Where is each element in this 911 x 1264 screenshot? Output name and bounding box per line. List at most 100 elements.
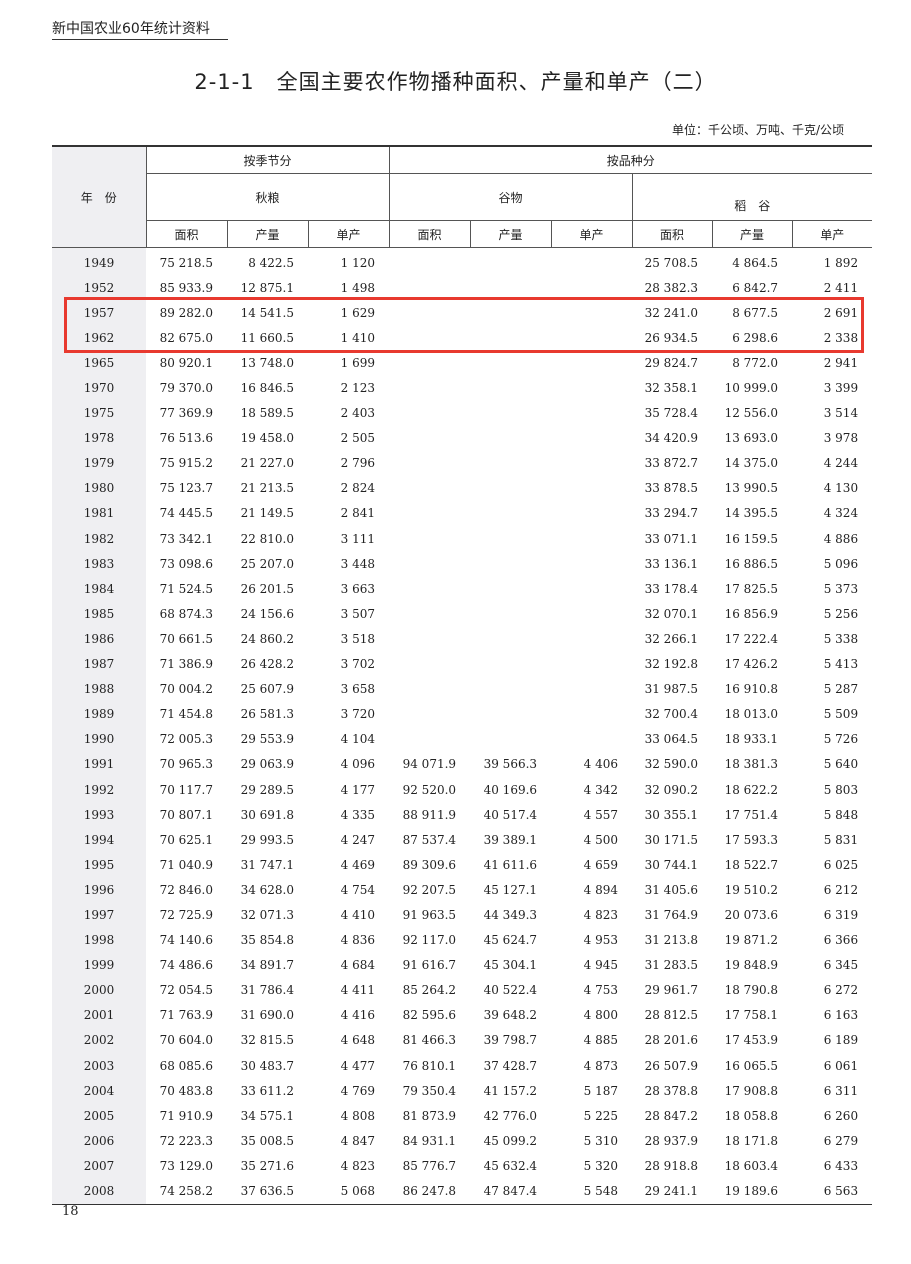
cereal-yield-cell [551, 576, 632, 601]
autumn-area-cell: 72 846.0 [159, 882, 213, 897]
data-table: 年 份 按季节分 按品种分 秋粮 谷物 稻 谷 面积 产量 单产 面积 产量 单… [52, 145, 873, 1205]
cereal-output-header: 产量 [469, 220, 552, 248]
year-cell: 1985 [52, 601, 146, 627]
rice-output-cell: 18 171.8 [724, 1133, 779, 1148]
rice-output-cell: 17 751.4 [724, 807, 779, 822]
autumn-area-cell: 71 386.9 [159, 657, 213, 672]
autumn-area-cell: 75 218.5 [159, 255, 213, 270]
cereal-yield-cell [551, 551, 632, 576]
year-cell: 2004 [52, 1078, 146, 1104]
cereal-yield-cell: 5 187 [583, 1083, 619, 1098]
autumn-area-cell: 71 910.9 [159, 1108, 213, 1123]
rice-output-cell: 18 622.2 [724, 782, 779, 797]
table-row: 1982 73 342.1 22 810.0 3 111 33 071.1 16 159.… [52, 526, 872, 552]
autumn-yield-cell: 1 120 [340, 255, 376, 270]
autumn-yield-cell: 3 720 [340, 707, 376, 722]
autumn-area-cell: 70 604.0 [159, 1033, 213, 1048]
autumn-output-cell: 31 747.1 [240, 857, 294, 872]
cereal-area-cell: 91 616.7 [402, 958, 457, 973]
year-cell: 1962 [52, 325, 146, 351]
autumn-yield-cell: 4 769 [340, 1083, 376, 1098]
table-row: 1988 70 004.2 25 607.9 3 658 31 987.5 16 910.… [52, 676, 872, 702]
rice-yield-cell: 5 831 [823, 832, 859, 847]
autumn-output-header: 产量 [226, 220, 308, 248]
autumn-yield-header: 单产 [307, 220, 390, 248]
rice-area-cell: 31 283.5 [644, 958, 699, 973]
year-cell: 2001 [52, 1002, 146, 1028]
cereal-output-cell [470, 702, 551, 727]
cereal-yield-cell [551, 526, 632, 551]
cereal-output-cell [470, 601, 551, 626]
cereal-output-cell: 45 099.2 [483, 1133, 538, 1148]
autumn-output-cell: 32 071.3 [240, 907, 294, 922]
cereal-area-cell [389, 476, 470, 501]
cereal-yield-cell: 4 800 [583, 1008, 619, 1023]
rice-yield-cell: 2 691 [823, 305, 859, 320]
table-row: 1970 79 370.0 16 846.5 2 123 32 358.1 10 999.… [52, 375, 872, 401]
autumn-output-cell: 25 207.0 [240, 556, 294, 571]
cereal-output-cell [470, 576, 551, 601]
autumn-area-cell: 76 513.6 [159, 431, 213, 446]
autumn-yield-cell: 4 648 [340, 1033, 376, 1048]
cereal-yield-cell [551, 727, 632, 752]
cereal-area-cell [389, 626, 470, 651]
cereal-yield-cell: 5 225 [583, 1108, 619, 1123]
cereal-yield-header: 单产 [550, 220, 633, 248]
autumn-yield-cell: 2 824 [340, 481, 376, 496]
autumn-output-cell: 29 993.5 [240, 832, 294, 847]
cereal-output-cell: 39 648.2 [483, 1008, 538, 1023]
table-row: 1965 80 920.1 13 748.0 1 699 29 824.7 8 772.0… [52, 350, 872, 376]
rice-area-cell: 32 070.1 [644, 606, 699, 621]
rice-yield-cell: 6 163 [823, 1008, 859, 1023]
autumn-output-cell: 21 149.5 [240, 506, 294, 521]
cereal-output-cell: 39 566.3 [483, 757, 538, 772]
rice-yield-cell: 5 640 [823, 757, 859, 772]
table-row: 1997 72 725.9 32 071.3 4 410 91 963.5 44 349.… [52, 902, 872, 928]
autumn-yield-cell: 2 796 [340, 456, 376, 471]
autumn-area-cell: 73 098.6 [159, 556, 213, 571]
autumn-output-cell: 31 690.0 [240, 1008, 294, 1023]
rice-output-cell: 10 999.0 [724, 381, 779, 396]
rice-area-cell: 32 358.1 [644, 381, 699, 396]
rice-output-cell: 12 556.0 [724, 406, 779, 421]
rice-output-cell: 6 298.6 [732, 330, 779, 345]
cereal-yield-cell [551, 501, 632, 526]
rice-area-cell: 31 405.6 [644, 882, 699, 897]
rice-area-cell: 28 382.3 [644, 280, 699, 295]
autumn-yield-cell: 4 096 [340, 757, 376, 772]
rice-area-cell: 32 192.8 [644, 657, 699, 672]
cereal-output-cell [470, 677, 551, 702]
cereal-area-cell [389, 248, 470, 276]
rice-header: 稻 谷 [631, 173, 873, 221]
year-cell: 1986 [52, 626, 146, 652]
table-row: 1995 71 040.9 31 747.1 4 469 89 309.6 41 611.… [52, 852, 872, 878]
autumn-yield-cell: 2 123 [340, 381, 376, 396]
year-cell: 1996 [52, 877, 146, 903]
cereal-area-cell [389, 652, 470, 677]
rice-yield-cell: 5 338 [823, 631, 859, 646]
cereal-area-cell [389, 325, 470, 350]
autumn-output-cell: 29 553.9 [240, 732, 294, 747]
cereal-area-cell: 91 963.5 [402, 907, 457, 922]
rice-yield-cell: 1 892 [823, 255, 859, 270]
cereal-yield-cell [551, 652, 632, 677]
cereal-yield-cell: 4 406 [583, 757, 619, 772]
cereal-output-cell [470, 350, 551, 375]
year-cell: 1995 [52, 852, 146, 878]
cereal-area-cell: 92 520.0 [402, 782, 457, 797]
autumn-yield-cell: 3 658 [340, 682, 376, 697]
cereal-output-cell [470, 501, 551, 526]
rice-output-cell: 17 222.4 [724, 631, 779, 646]
autumn-output-cell: 37 636.5 [240, 1184, 294, 1199]
rice-output-cell: 13 693.0 [724, 431, 779, 446]
rice-output-cell: 19 510.2 [724, 882, 779, 897]
autumn-area-header: 面积 [145, 220, 227, 248]
rice-area-cell: 26 507.9 [644, 1058, 699, 1073]
autumn-output-cell: 26 581.3 [240, 707, 294, 722]
year-cell: 1978 [52, 425, 146, 451]
table-row: 2002 70 604.0 32 815.5 4 648 81 466.3 39 798.… [52, 1027, 872, 1053]
autumn-area-cell: 70 807.1 [159, 807, 213, 822]
year-cell: 1988 [52, 676, 146, 702]
book-title: 新中国农业60年统计资料 [52, 21, 210, 37]
by-variety-header: 按品种分 [388, 146, 873, 174]
